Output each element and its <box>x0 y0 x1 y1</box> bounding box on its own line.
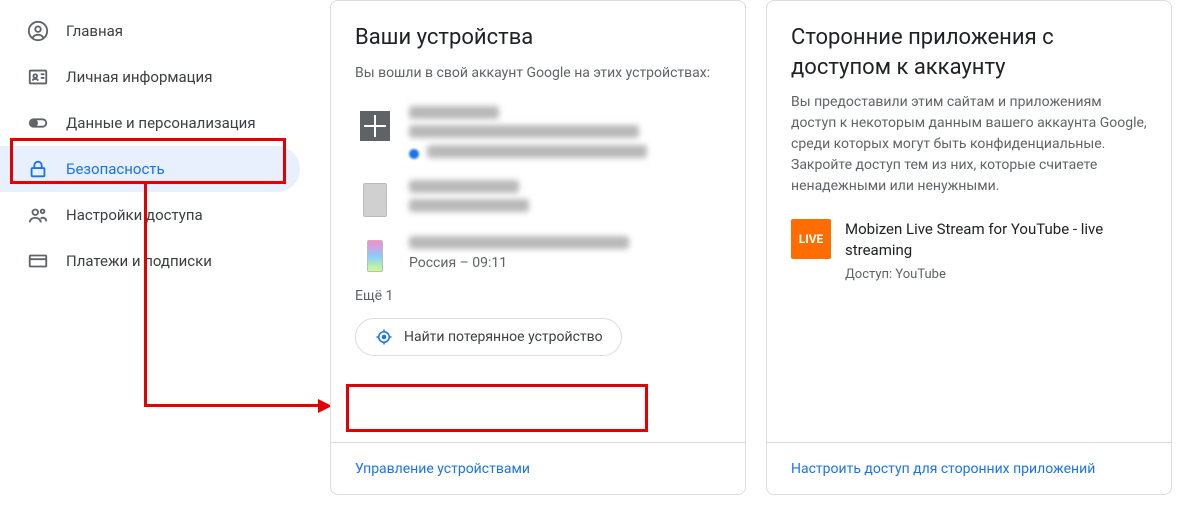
device-row[interactable] <box>355 168 721 224</box>
phone-icon <box>355 236 395 276</box>
sidebar-item-home[interactable]: Главная <box>0 8 300 54</box>
find-lost-device-label: Найти потерянное устройство <box>404 329 603 345</box>
third-party-apps-card: Сторонние приложения с доступом к аккаун… <box>766 0 1172 495</box>
toggle-icon <box>26 111 50 135</box>
sidebar-item-label: Платежи и подписки <box>66 252 212 270</box>
devices-card: Ваши устройства Вы вошли в свой аккаунт … <box>330 0 746 495</box>
sidebar-item-personal[interactable]: Личная информация <box>0 54 300 100</box>
sidebar-item-security[interactable]: Безопасность <box>0 146 300 192</box>
annotation-arrow <box>144 184 147 407</box>
lock-icon <box>26 157 50 181</box>
sidebar-item-data[interactable]: Данные и персонализация <box>0 100 300 146</box>
id-card-icon <box>26 65 50 89</box>
manage-third-party-access-link[interactable]: Настроить доступ для сторонних приложени… <box>791 461 1095 477</box>
app-name: Mobizen Live Stream for YouTube - live s… <box>845 219 1147 261</box>
device-row[interactable] <box>355 94 721 168</box>
devices-card-footer: Управление устройствами <box>331 442 745 494</box>
credit-card-icon <box>26 249 50 273</box>
device-text-redacted <box>409 106 721 164</box>
device-text-redacted <box>409 180 721 218</box>
apps-card-footer: Настроить доступ для сторонних приложени… <box>767 442 1171 494</box>
windows-icon <box>355 106 395 146</box>
locate-icon <box>374 327 394 347</box>
sidebar-nav: Главная Личная информация Данные и персо… <box>0 0 300 284</box>
devices-card-title: Ваши устройства <box>355 23 721 53</box>
sidebar-item-payments[interactable]: Платежи и подписки <box>0 238 300 284</box>
annotation-arrow <box>144 404 322 407</box>
sidebar-item-label: Безопасность <box>66 160 165 178</box>
find-lost-device-button[interactable]: Найти потерянное устройство <box>355 318 622 356</box>
devices-more-count: Ещё 1 <box>355 280 721 318</box>
sidebar-item-sharing[interactable]: Настройки доступа <box>0 192 300 238</box>
app-row[interactable]: LIVE Mobizen Live Stream for YouTube - l… <box>791 197 1147 282</box>
user-circle-icon <box>26 19 50 43</box>
sidebar-item-label: Личная информация <box>66 68 212 86</box>
app-access-scope: Доступ: YouTube <box>845 267 1147 282</box>
apps-card-description: Вы предоставили этим сайтам и приложения… <box>791 92 1147 197</box>
sidebar-item-label: Данные и персонализация <box>66 114 256 132</box>
device-row[interactable]: Россия – 09:11 <box>355 224 721 280</box>
sidebar-item-label: Настройки доступа <box>66 206 203 224</box>
apps-card-title: Сторонние приложения с доступом к аккаун… <box>791 23 1147 82</box>
device-location-time: Россия – 09:11 <box>409 255 721 271</box>
sidebar-item-label: Главная <box>66 22 123 40</box>
device-name-redacted <box>409 236 629 249</box>
app-icon-live: LIVE <box>791 219 831 259</box>
devices-card-description: Вы вошли в свой аккаунт Google на этих у… <box>355 63 721 84</box>
manage-devices-link[interactable]: Управление устройствами <box>355 461 530 477</box>
tablet-icon <box>355 180 395 220</box>
people-icon <box>26 203 50 227</box>
